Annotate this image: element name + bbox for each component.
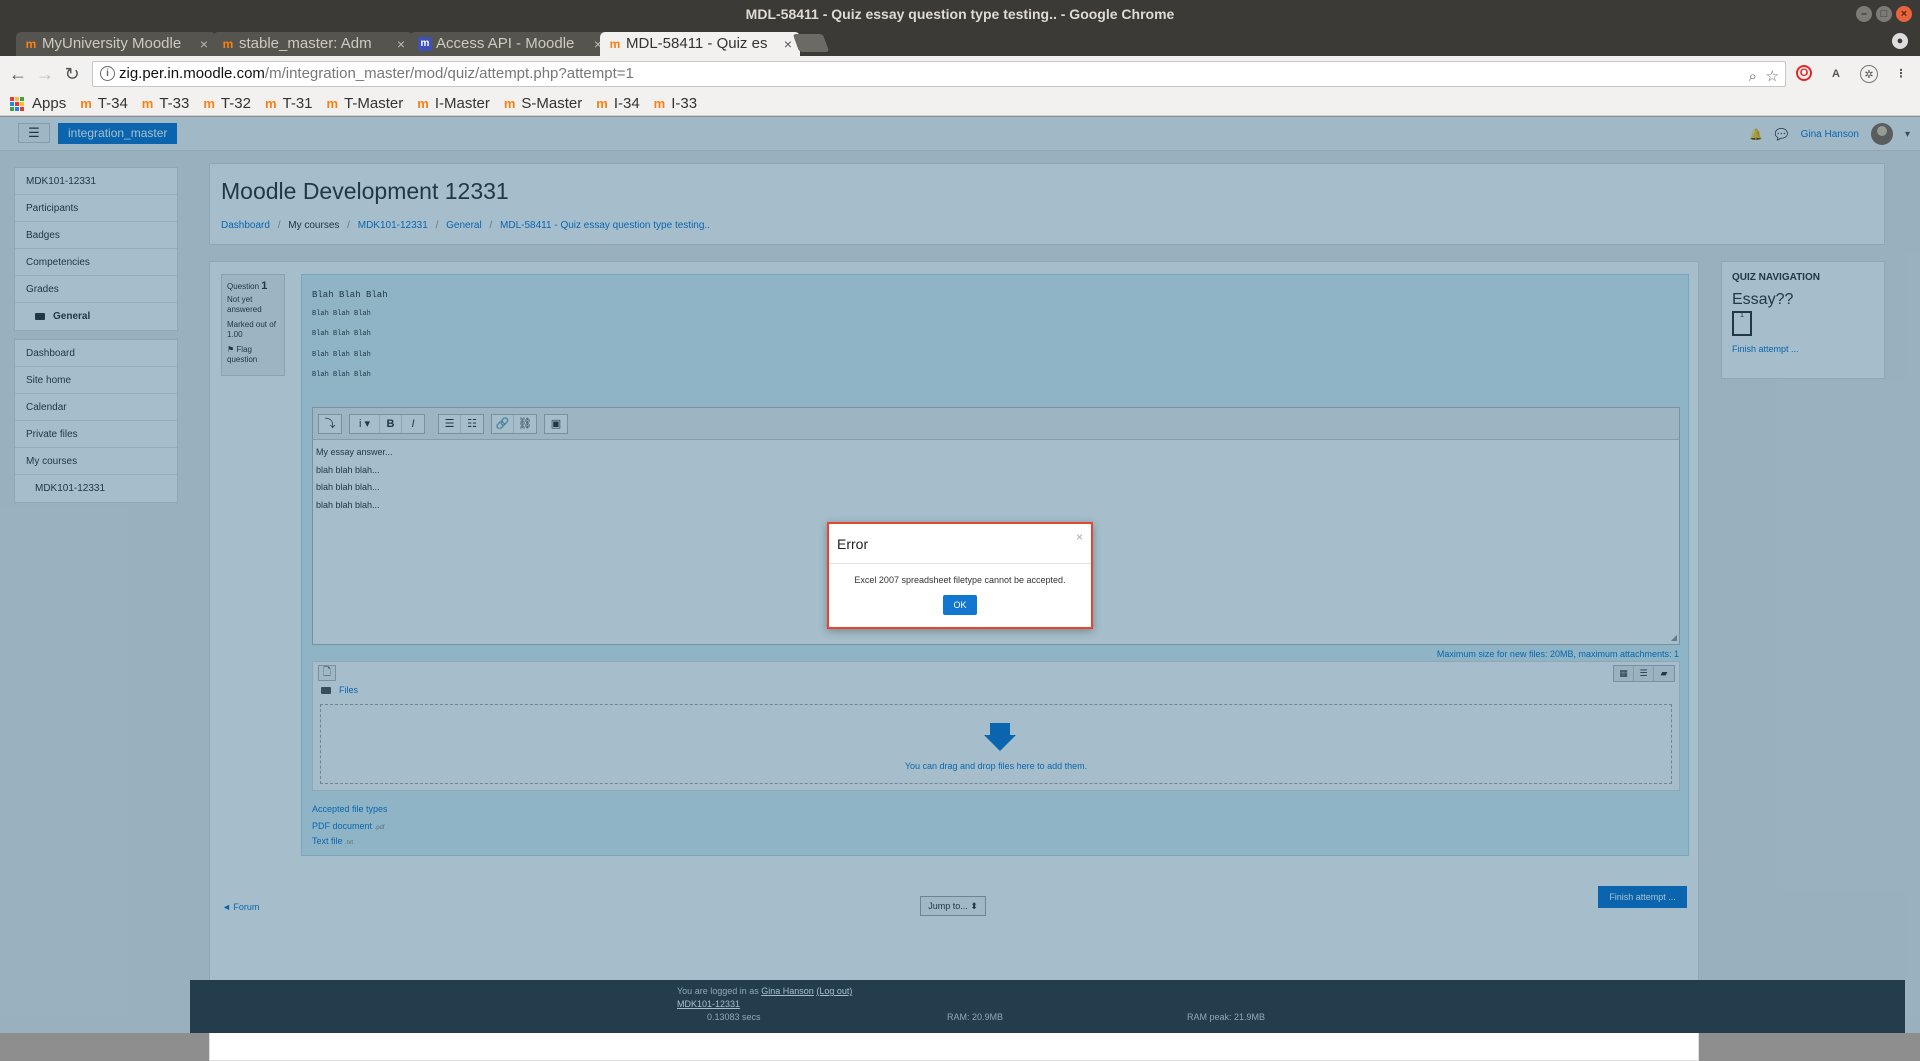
bookmark-star-icon[interactable]: ☆ [1766, 65, 1779, 89]
profile-icon[interactable]: ● [1892, 33, 1908, 49]
dialog-title: Error [837, 536, 869, 552]
dialog-message: Excel 2007 spreadsheet filetype cannot b… [854, 575, 1066, 585]
browser-toolbar: ← → ↻ i zig.per.in.moodle.com/m/integrat… [0, 56, 1920, 92]
bookmark-apps[interactable]: Apps [10, 95, 66, 112]
url-host: zig.per.in.moodle.com [119, 65, 265, 82]
forward-icon[interactable]: → [35, 64, 55, 84]
moodle-favicon-icon: m [609, 37, 621, 51]
bookmark-i34[interactable]: m I-34 [596, 95, 639, 112]
translate-extension-icon[interactable]: A [1827, 65, 1845, 83]
close-icon[interactable]: × [1076, 530, 1083, 544]
moodle-favicon-icon: m [596, 96, 608, 111]
tab-label: stable_master: Adm [239, 35, 372, 52]
minimize-icon[interactable]: – [1856, 6, 1872, 22]
tab-stable-master[interactable]: m stable_master: Adm × [213, 32, 413, 56]
ok-button[interactable]: OK [943, 595, 977, 615]
moodle-favicon-icon: m [417, 96, 429, 111]
bookmark-label: T-33 [159, 95, 190, 112]
moodle-favicon-icon: m [25, 37, 37, 51]
bookmark-t31[interactable]: m T-31 [265, 95, 313, 112]
bookmark-t-master[interactable]: m T-Master [327, 95, 404, 112]
chrome-menu-icon[interactable]: ⋮ [1892, 65, 1910, 83]
moodle-favicon-icon: m [326, 96, 339, 111]
bookmark-label: T-34 [97, 95, 128, 112]
tab-close-icon[interactable]: × [200, 32, 208, 56]
moodle-favicon-icon: m [80, 96, 92, 111]
new-tab-button[interactable] [792, 34, 830, 52]
bookmark-label: Apps [32, 95, 67, 112]
maximize-icon[interactable]: □ [1876, 6, 1892, 22]
bookmark-label: I-33 [671, 95, 698, 112]
tab-label: MDL-58411 - Quiz es [626, 35, 768, 52]
dialog-body: Excel 2007 spreadsheet filetype cannot b… [829, 564, 1091, 615]
dialog-header: Error × [829, 524, 1091, 564]
window-controls: – □ × [1856, 6, 1912, 22]
bookmark-i-master[interactable]: m I-Master [417, 95, 490, 112]
window-titlebar: MDL-58411 - Quiz essay question type tes… [0, 0, 1920, 28]
bookmark-label: I-Master [434, 95, 490, 112]
moodle-favicon-icon: m [203, 96, 215, 111]
apps-grid-icon [10, 96, 24, 111]
zoom-icon[interactable]: ⌕ [1749, 65, 1757, 89]
url-path: /m/integration_master/mod/quiz/attempt.p… [264, 65, 634, 82]
tab-myuniversity[interactable]: m MyUniversity Moodle × [16, 32, 216, 56]
bookmark-t34[interactable]: m T-34 [80, 95, 128, 112]
site-info-icon[interactable]: i [100, 66, 115, 81]
tab-close-icon[interactable]: × [784, 32, 792, 56]
tab-strip: m MyUniversity Moodle × m stable_master:… [0, 28, 1920, 56]
reload-icon[interactable]: ↻ [62, 64, 82, 84]
tab-access-api[interactable]: m Access API - Moodle × [410, 32, 610, 56]
bookmark-label: T-31 [282, 95, 313, 112]
bookmark-label: S-Master [521, 95, 583, 112]
bookmark-label: T-32 [220, 95, 251, 112]
tab-label: MyUniversity Moodle [42, 35, 182, 52]
back-icon[interactable]: ← [8, 64, 28, 84]
moodle-favicon-icon: m [503, 96, 516, 111]
moodle-favicon-icon: m [264, 96, 277, 111]
tab-label: Access API - Moodle [436, 35, 575, 52]
tab-close-icon[interactable]: × [397, 32, 405, 56]
moodle-favicon-icon: m [653, 96, 666, 111]
window-title: MDL-58411 - Quiz essay question type tes… [745, 6, 1175, 22]
opera-extension-icon[interactable]: O [1796, 65, 1812, 81]
close-window-icon[interactable]: × [1896, 6, 1912, 22]
bookmark-s-master[interactable]: m S-Master [504, 95, 582, 112]
address-bar[interactable]: i zig.per.in.moodle.com/m/integration_ma… [92, 61, 1786, 87]
moodle-favicon-icon: m [222, 37, 234, 51]
moodle-favicon-icon: m [141, 96, 154, 111]
bookmark-label: T-Master [344, 95, 404, 112]
bookmark-label: I-34 [613, 95, 640, 112]
bookmark-t33[interactable]: m T-33 [142, 95, 190, 112]
tab-mdl-58411[interactable]: m MDL-58411 - Quiz es × [600, 32, 800, 56]
bookmark-i33[interactable]: m I-33 [654, 95, 697, 112]
moodle-docs-favicon-icon: m [418, 37, 432, 51]
bookmarks-bar: Apps m T-34 m T-33 m T-32 m T-31 m T-Master m… [0, 92, 1920, 116]
bookmark-t32[interactable]: m T-32 [203, 95, 251, 112]
error-dialog: Error × Excel 2007 spreadsheet filetype … [827, 522, 1093, 629]
settings-extension-icon[interactable]: ✲ [1860, 65, 1878, 83]
